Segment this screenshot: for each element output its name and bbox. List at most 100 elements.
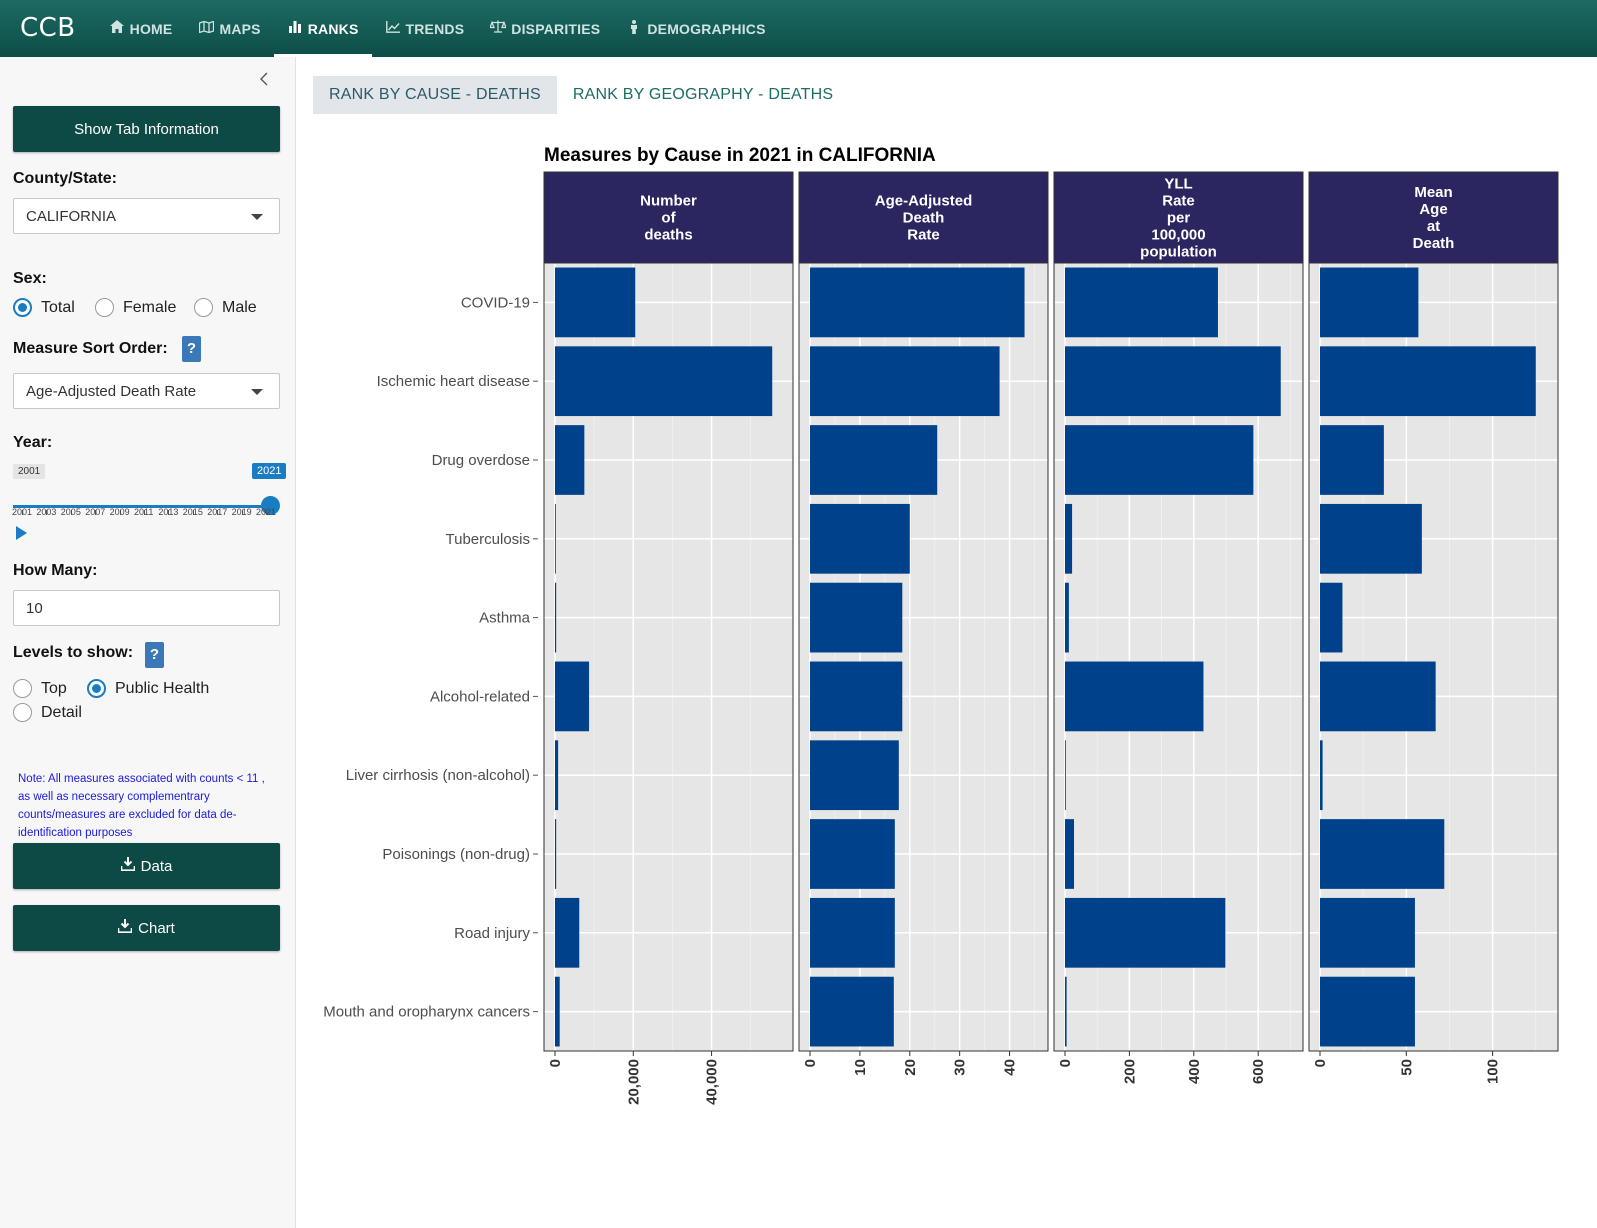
year-tick-label: 2005 [60, 507, 81, 517]
x-tick-label: 200 [1121, 1059, 1138, 1084]
year-tick-label: 2011 [134, 507, 154, 517]
county-state-select[interactable]: CALIFORNIA [13, 198, 280, 234]
panel-header-label: Rate [1162, 193, 1195, 210]
panel-header-label: 100,000 [1151, 227, 1205, 244]
measure-sort-order-select[interactable]: Age-Adjusted Death Rate [13, 373, 280, 409]
panel-header-label: of [661, 210, 676, 227]
bar-mouth-and-oropharynx-cancers [810, 976, 894, 1047]
bar-road-injury [1065, 897, 1226, 968]
bar-asthma [1065, 582, 1069, 653]
bar-covid-19 [555, 267, 636, 338]
person-icon [626, 19, 642, 38]
x-tick-label: 50 [1398, 1059, 1415, 1076]
bar-covid-19 [1320, 267, 1419, 338]
nav-demographics[interactable]: DEMOGRAPHICS [613, 0, 778, 57]
download-chart-button[interactable]: Chart [13, 905, 280, 951]
panel-header-label: Age-Adjusted [875, 193, 973, 210]
bar-poisonings-non-drug [810, 819, 895, 889]
home-icon [109, 20, 125, 37]
bar-alcohol-related [1065, 661, 1204, 732]
rank-tabs: RANK BY CAUSE - DEATHS RANK BY GEOGRAPHY… [313, 76, 849, 114]
data-note: Note: All measures associated with count… [18, 773, 265, 839]
x-tick-label: 0 [1312, 1059, 1329, 1067]
radio-selected-icon[interactable] [87, 679, 106, 698]
sex-radio-female[interactable]: Female [95, 298, 176, 317]
bar-alcohol-related [810, 661, 903, 732]
sex-radio-male[interactable]: Male [194, 298, 257, 317]
panel-header-label: deaths [644, 227, 692, 244]
levels-radio-detail[interactable]: Detail [13, 703, 82, 722]
bar-covid-19 [810, 267, 1025, 338]
bar-tuberculosis [555, 503, 556, 574]
how-many-input[interactable]: 10 [13, 590, 280, 626]
bar-road-injury [555, 897, 580, 968]
download-icon [117, 919, 133, 937]
nav-disparities-label: DISPARITIES [511, 20, 601, 37]
bar-alcohol-related [555, 661, 590, 732]
download-data-button[interactable]: Data [13, 843, 280, 889]
year-tick-label: 2003 [36, 507, 57, 517]
brand-logo[interactable]: CCB [0, 0, 96, 57]
year-tick-label: 2015 [182, 507, 203, 517]
bar-asthma [555, 582, 557, 653]
bar-poisonings-non-drug [1320, 819, 1445, 889]
nav-home[interactable]: HOME [96, 0, 186, 57]
bar-drug-overdose [1065, 425, 1254, 495]
bar-drug-overdose [1320, 425, 1384, 495]
tab-rank-by-cause[interactable]: RANK BY CAUSE - DEATHS [313, 76, 557, 114]
tab-rank-by-geography[interactable]: RANK BY GEOGRAPHY - DEATHS [557, 76, 849, 114]
levels-radio-public-health[interactable]: Public Health [87, 679, 209, 698]
panel-header-label: Number [640, 193, 697, 210]
bar-ischemic-heart-disease [810, 346, 1000, 417]
category-label: Ischemic heart disease [377, 373, 530, 390]
year-tick-label: 2001 [12, 507, 33, 517]
levels-option-top: Top [41, 679, 67, 697]
x-tick-label: 40,000 [704, 1059, 721, 1105]
nav-disparities[interactable]: DISPARITIES [477, 0, 613, 57]
radio-selected-icon[interactable] [13, 298, 32, 317]
play-animation-icon[interactable] [16, 526, 27, 540]
measure-sort-order-value: Age-Adjusted Death Rate [26, 383, 197, 400]
measures-by-cause-chart: Measures by Cause in 2021 in CALIFORNIA C… [323, 145, 1559, 1105]
category-label: Asthma [479, 610, 531, 627]
category-label: Alcohol-related [430, 688, 530, 705]
panel-header-label: population [1140, 244, 1217, 261]
bar-mouth-and-oropharynx-cancers [1320, 976, 1415, 1047]
bar-road-injury [1320, 897, 1415, 968]
year-tick-label: 2017 [207, 507, 228, 517]
download-data-label: Data [140, 857, 173, 875]
x-tick-label: 30 [952, 1059, 969, 1076]
nav-ranks[interactable]: RANKS [273, 0, 372, 57]
levels-radio-top[interactable]: Top [13, 679, 67, 698]
sex-option-male: Male [222, 298, 257, 316]
x-tick-label: 0 [1057, 1059, 1074, 1067]
sex-radio-total[interactable]: Total [13, 298, 75, 317]
panel-header-label: Death [1413, 235, 1455, 252]
show-tab-information-button[interactable]: Show Tab Information [13, 106, 280, 152]
x-tick-label: 100 [1485, 1059, 1502, 1084]
x-tick-label: 40 [1002, 1059, 1019, 1076]
levels-option-detail: Detail [41, 703, 82, 721]
nav-maps[interactable]: MAPS [185, 0, 273, 57]
radio-unselected-icon[interactable] [13, 703, 32, 722]
bar-alcohol-related [1320, 661, 1436, 732]
panel-header-label: per [1167, 210, 1191, 227]
levels-to-show-label: Levels to show: [13, 644, 134, 661]
year-tick-label: 2021 [256, 507, 277, 517]
bar-liver-cirrhosis-non-alcohol [810, 740, 899, 811]
radio-unselected-icon[interactable] [194, 298, 213, 317]
radio-unselected-icon[interactable] [13, 679, 32, 698]
levels-help-button[interactable]: ? [145, 642, 164, 668]
panel-header-label: Death [903, 210, 945, 227]
sort-help-button[interactable]: ? [182, 336, 201, 362]
nav-trends[interactable]: TRENDS [372, 0, 478, 57]
x-tick-label: 0 [547, 1059, 564, 1067]
sidebar: Show Tab Information County/State: CALIF… [0, 57, 296, 1228]
x-tick-label: 10 [852, 1059, 869, 1076]
year-tick-label: 2007 [85, 507, 106, 517]
category-label: Liver cirrhosis (non-alcohol) [346, 767, 530, 784]
radio-unselected-icon[interactable] [95, 298, 114, 317]
collapse-sidebar-icon[interactable] [259, 70, 269, 91]
bar-road-injury [810, 897, 895, 968]
chart-title: Measures by Cause in 2021 in CALIFORNIA [544, 145, 936, 166]
